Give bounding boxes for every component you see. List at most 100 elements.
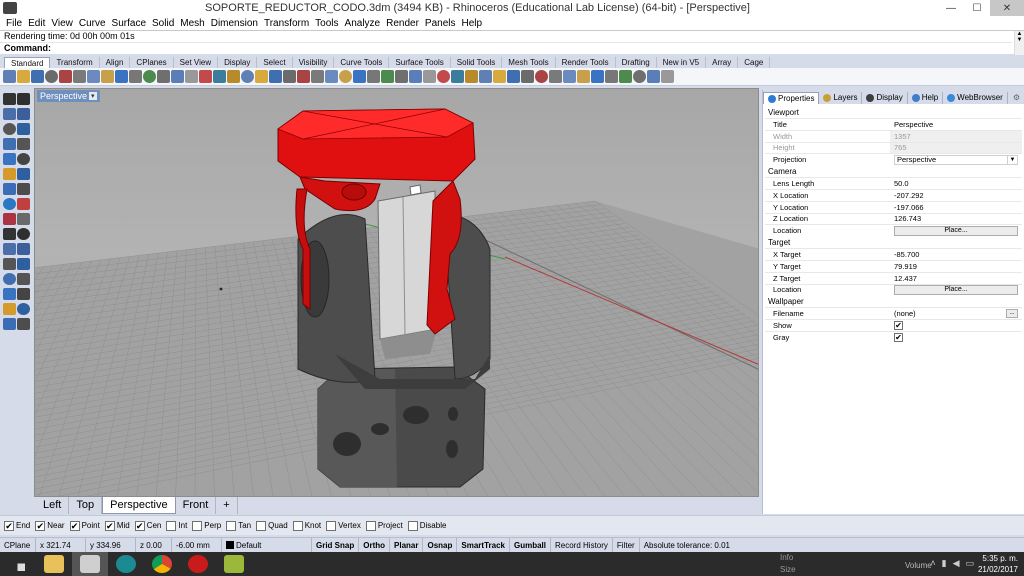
menu-solid[interactable]: Solid [149,18,177,29]
osnap-checkbox[interactable] [326,520,337,531]
network-icon[interactable]: ▮ [942,558,947,569]
fillet-edge-tool-icon[interactable] [3,228,16,240]
text-icon[interactable] [423,70,436,83]
smarttrack-toggle[interactable]: SmartTrack [457,537,510,553]
osnap-toggle[interactable]: Osnap [423,537,458,553]
cplane-label[interactable]: CPlane [0,537,36,553]
offset-icon[interactable] [591,70,604,83]
rotate-tool-icon[interactable] [3,258,16,270]
osnap-project[interactable]: Project [365,520,403,531]
tab-curve-tools[interactable]: Curve Tools [334,57,390,68]
move-icon[interactable] [647,70,660,83]
gray-checkbox[interactable]: ✔ [894,332,903,342]
menu-tools[interactable]: Tools [312,18,341,29]
block-tool-icon[interactable] [17,303,30,315]
select-tool-icon[interactable] [3,93,16,105]
properties-icon[interactable] [255,70,268,83]
title-field[interactable]: Perspective [890,119,1022,130]
grasshopper-button[interactable] [216,552,252,576]
lock-icon[interactable] [283,70,296,83]
boolean-union-tool-icon[interactable] [3,213,16,225]
osnap-end[interactable]: ✔ End [4,520,30,531]
tab-top-view[interactable]: Top [69,497,103,514]
zoom-selected-icon[interactable] [185,70,198,83]
polyline-tool-icon[interactable] [3,108,16,120]
browse-button[interactable]: ... [1006,309,1018,319]
render-icon[interactable] [325,70,338,83]
gumball-toggle[interactable]: Gumball [510,537,551,553]
grid-snap-toggle[interactable]: Grid Snap [312,537,360,553]
tab-drafting[interactable]: Drafting [616,57,657,68]
cone-tool-icon[interactable] [17,198,30,210]
grid-icon[interactable] [227,70,240,83]
scale-icon[interactable] [633,70,646,83]
add-viewport-tab-icon[interactable]: + [216,497,238,514]
rhino-taskbar-button[interactable] [72,552,108,576]
tab-render-tools[interactable]: Render Tools [556,57,616,68]
tab-front-view[interactable]: Front [176,497,217,514]
text-tool-icon[interactable] [17,288,30,300]
osnap-checkbox[interactable]: ✔ [134,520,145,531]
projection-select[interactable]: Perspective ▼ [894,154,1018,165]
rotate-icon[interactable] [143,70,156,83]
tab-left-view[interactable]: Left [36,497,70,514]
tab-cage[interactable]: Cage [738,57,771,68]
material-icon[interactable] [339,70,352,83]
curve-tool-icon[interactable] [17,153,30,165]
notification-icon[interactable]: ▭ [965,558,974,569]
speaker-icon[interactable]: ◀ [953,558,960,569]
polygon-tool-icon[interactable] [17,138,30,150]
osnap-disable[interactable]: Disable [407,520,446,531]
circle-tool-icon[interactable] [3,123,16,135]
surface-tool-icon[interactable] [3,168,16,180]
array-icon[interactable] [619,70,632,83]
menu-render[interactable]: Render [383,18,422,29]
close-button[interactable]: ✕ [990,0,1024,16]
y-location-field[interactable]: -197.066 [890,202,1022,213]
tab-display-panel[interactable]: Display [862,92,908,104]
tab-solid-tools[interactable]: Solid Tools [451,57,503,68]
tab-select[interactable]: Select [257,57,293,68]
minimize-button[interactable]: — [938,0,964,16]
camera-icon[interactable] [367,70,380,83]
osnap-mid[interactable]: ✔ Mid [104,520,130,531]
history-icon[interactable] [661,70,674,83]
cut-icon[interactable] [73,70,86,83]
command-scrollbar[interactable]: ▲ ▼ [1014,31,1024,55]
shade-icon[interactable] [311,70,324,83]
osnap-int[interactable]: Int [166,520,187,531]
tab-surface-tools[interactable]: Surface Tools [389,57,451,68]
join-icon[interactable] [507,70,520,83]
menu-dimension[interactable]: Dimension [208,18,261,29]
import-icon[interactable] [59,70,72,83]
perspective-viewport[interactable]: Perspective ▾ [34,88,759,497]
osnap-checkbox[interactable]: ✔ [4,520,14,531]
record-history-toggle[interactable]: Record History [551,537,613,553]
fillet-icon[interactable] [563,70,576,83]
sphere-tool-icon[interactable] [17,183,30,195]
menu-panels[interactable]: Panels [422,18,459,29]
sun-icon[interactable] [353,70,366,83]
tab-array[interactable]: Array [706,57,739,68]
x-target-field[interactable]: -85.700 [890,249,1022,260]
acrobat-button[interactable] [180,552,216,576]
move-tool-icon[interactable] [17,243,30,255]
pan-icon[interactable] [129,70,142,83]
dimension-tool-icon[interactable] [3,288,16,300]
menu-analyze[interactable]: Analyze [342,18,384,29]
osnap-checkbox[interactable]: ✔ [69,520,80,531]
osnap-checkbox[interactable] [166,520,177,531]
line-tool-icon[interactable] [17,108,30,120]
render-tool-icon[interactable] [17,318,30,330]
panel-settings-icon[interactable]: ⚙ [1009,92,1024,104]
print-icon[interactable] [45,70,58,83]
tab-set-view[interactable]: Set View [174,57,219,68]
analyze-icon[interactable] [395,70,408,83]
menu-surface[interactable]: Surface [109,18,149,29]
osnap-knot[interactable]: Knot [292,520,321,531]
osnap-cen[interactable]: ✔ Cen [134,520,161,531]
tab-perspective-view[interactable]: Perspective [102,497,176,514]
target-place-button[interactable]: Place... [894,284,1018,295]
menu-help[interactable]: Help [459,18,486,29]
hatch-tool-icon[interactable] [3,303,16,315]
